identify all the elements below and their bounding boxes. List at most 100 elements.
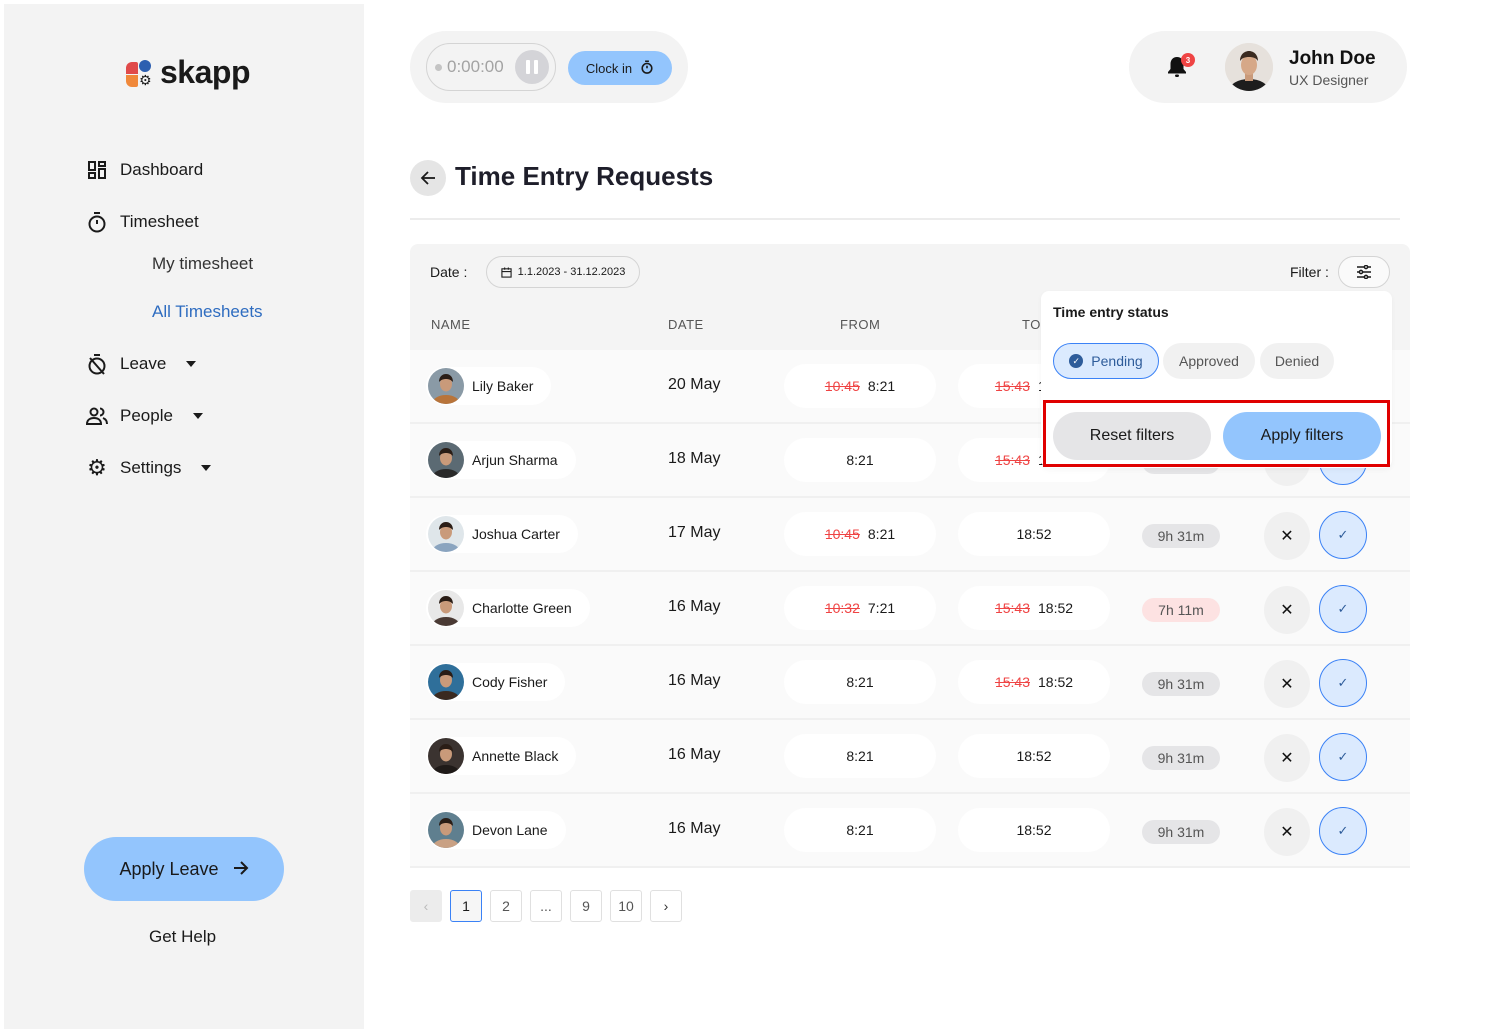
- original-to-time: 15:43: [994, 378, 1030, 394]
- from-time: 10:32 7:21: [784, 586, 936, 630]
- avatar: [428, 812, 464, 848]
- requested-from-time: 8:21: [846, 748, 874, 764]
- column-header-date: DATE: [668, 317, 704, 332]
- table-row: Joshua Carter 17 May 10:45 8:21 18:52 9h 31m ✕…: [410, 498, 1410, 572]
- employee-chip[interactable]: Lily Baker: [426, 367, 552, 405]
- page-button[interactable]: 2: [490, 890, 522, 922]
- sidebar-item-leave[interactable]: Leave: [86, 353, 197, 375]
- apply-filters-button[interactable]: Apply filters: [1223, 412, 1381, 460]
- sidebar-item-label: Timesheet: [120, 212, 199, 231]
- deny-button[interactable]: ✕: [1264, 734, 1310, 782]
- next-page-button[interactable]: ›: [650, 890, 682, 922]
- close-icon: ✕: [1280, 602, 1294, 619]
- employee-chip[interactable]: Annette Black: [426, 737, 577, 775]
- get-help-link[interactable]: Get Help: [149, 927, 216, 947]
- date-range-picker[interactable]: 1.1.2023 - 31.12.2023: [486, 256, 640, 288]
- requested-to-time: 18:52: [1038, 674, 1074, 690]
- requested-to-time: 18:52: [1016, 748, 1052, 764]
- employee-name: Arjun Sharma: [472, 452, 558, 468]
- original-to-time: 15:43: [994, 600, 1030, 616]
- status-chip-pending[interactable]: ✓ Pending: [1053, 343, 1159, 379]
- page-button[interactable]: 10: [610, 890, 642, 922]
- status-chip-approved[interactable]: Approved: [1163, 343, 1255, 379]
- avatar: [428, 368, 464, 404]
- employee-name: Annette Black: [472, 748, 559, 764]
- from-time: 8:21: [784, 438, 936, 482]
- approve-button[interactable]: ✓: [1319, 659, 1367, 707]
- sidebar-subitem-all-timesheets[interactable]: All Timesheets: [152, 302, 263, 322]
- sidebar-item-settings[interactable]: ⚙ Settings: [86, 455, 212, 480]
- notifications-button[interactable]: 3: [1165, 53, 1195, 79]
- close-icon: ✕: [1280, 824, 1294, 841]
- prev-page-button[interactable]: ‹: [410, 890, 442, 922]
- check-icon: ✓: [1337, 527, 1349, 542]
- reset-filters-button[interactable]: Reset filters: [1053, 412, 1211, 460]
- timer-value: 0:00:00: [447, 57, 504, 76]
- from-time: 8:21: [784, 808, 936, 852]
- user-role: UX Designer: [1289, 72, 1369, 88]
- close-icon: ✕: [1280, 676, 1294, 693]
- to-time: 15:43 18:52: [958, 586, 1110, 630]
- approve-button[interactable]: ✓: [1319, 585, 1367, 633]
- popover-title: Time entry status: [1053, 304, 1169, 320]
- duration-badge: 9h 31m: [1142, 524, 1220, 548]
- table-row: Devon Lane 16 May 8:21 18:52 9h 31m ✕ ✓: [410, 794, 1410, 868]
- approve-button[interactable]: ✓: [1319, 807, 1367, 855]
- entry-date: 16 May: [668, 746, 721, 763]
- requested-to-time: 18:52: [1016, 526, 1052, 542]
- to-time: 18:52: [958, 734, 1110, 778]
- filter-popover: Time entry status ✓ Pending Approved Den…: [1041, 291, 1392, 468]
- deny-button[interactable]: ✕: [1264, 660, 1310, 708]
- page-button[interactable]: 9: [570, 890, 602, 922]
- arrow-left-icon: [420, 171, 435, 185]
- sidebar-item-label: Leave: [120, 354, 167, 373]
- deny-button[interactable]: ✕: [1264, 808, 1310, 856]
- deny-button[interactable]: ✕: [1264, 586, 1310, 634]
- requested-from-time: 8:21: [846, 674, 874, 690]
- employee-chip[interactable]: Joshua Carter: [426, 515, 578, 553]
- filter-button[interactable]: [1338, 256, 1390, 288]
- avatar: [428, 590, 464, 626]
- duration-badge: 7h 11m: [1142, 598, 1220, 622]
- sidebar-subitem-my-timesheet[interactable]: My timesheet: [152, 254, 253, 274]
- sidebar-item-dashboard[interactable]: Dashboard: [86, 159, 203, 181]
- calendar-icon: [501, 266, 512, 278]
- status-dot: [435, 63, 442, 71]
- deny-button[interactable]: ✕: [1264, 512, 1310, 560]
- avatar: [428, 738, 464, 774]
- status-chip-denied[interactable]: Denied: [1260, 343, 1334, 379]
- employee-chip[interactable]: Devon Lane: [426, 811, 566, 849]
- requested-to-time: 18:52: [1016, 822, 1052, 838]
- employee-chip[interactable]: Arjun Sharma: [426, 441, 576, 479]
- sidebar-item-timesheet[interactable]: Timesheet: [86, 211, 199, 233]
- avatar: [428, 442, 464, 478]
- requested-from-time: 8:21: [846, 452, 874, 468]
- notification-badge: 3: [1181, 53, 1195, 67]
- approve-button[interactable]: ✓: [1319, 511, 1367, 559]
- employee-chip[interactable]: Charlotte Green: [426, 589, 590, 627]
- page-button[interactable]: 1: [450, 890, 482, 922]
- caret-down-icon: [186, 361, 197, 367]
- employee-name: Cody Fisher: [472, 674, 548, 690]
- employee-chip[interactable]: Cody Fisher: [426, 663, 566, 701]
- brand-logo[interactable]: ⚙ skapp: [124, 54, 250, 91]
- approve-button[interactable]: ✓: [1319, 733, 1367, 781]
- user-avatar[interactable]: [1225, 43, 1273, 91]
- employee-name: Lily Baker: [472, 378, 534, 394]
- logo-icon: ⚙: [124, 58, 154, 88]
- back-button[interactable]: [410, 160, 446, 196]
- apply-leave-button[interactable]: Apply Leave: [84, 837, 284, 901]
- sidebar-item-label: Settings: [120, 458, 182, 477]
- people-icon: [86, 405, 108, 427]
- original-to-time: 15:43: [994, 674, 1030, 690]
- to-time: 15:43 18:52: [958, 660, 1110, 704]
- sidebar-item-people[interactable]: People: [86, 405, 203, 427]
- pause-button[interactable]: [515, 50, 549, 84]
- sliders-icon: [1357, 265, 1371, 279]
- clock-in-button[interactable]: Clock in: [568, 51, 672, 85]
- gear-icon: ⚙: [87, 455, 107, 480]
- check-icon: ✓: [1337, 601, 1349, 616]
- check-circle-icon: ✓: [1069, 354, 1084, 368]
- original-from-time: 10:45: [824, 526, 860, 542]
- duration-badge: 9h 31m: [1142, 820, 1220, 844]
